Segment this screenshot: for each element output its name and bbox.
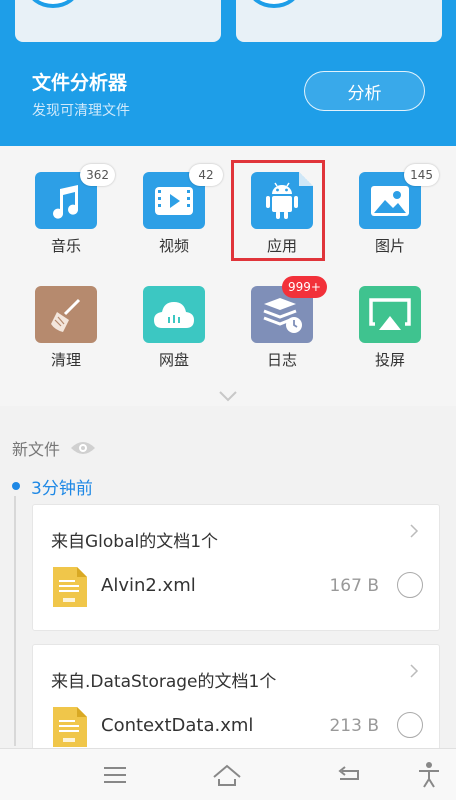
file-group-title: 来自.DataStorage的文档1个 [51, 672, 277, 692]
chevron-right-icon[interactable] [409, 663, 419, 679]
file-size: 213 B [329, 716, 379, 736]
back-icon[interactable] [334, 761, 364, 789]
chevron-down-icon[interactable] [218, 390, 238, 402]
xml-file-icon [53, 707, 87, 747]
analyzer-header: 文件分析器 发现可清理文件 分析 [0, 0, 456, 146]
cloud-icon [143, 286, 205, 343]
category-label: 网盘 [158, 351, 189, 369]
home-icon[interactable] [212, 761, 242, 789]
file-name: ContextData.xml [101, 715, 254, 736]
log-stack-icon: 999+ [251, 276, 327, 343]
category-label: 视频 [158, 237, 189, 255]
category-logs[interactable]: 999+ 日志 [228, 260, 336, 370]
storage-ring-icon [27, 0, 79, 8]
selection-highlight [231, 160, 325, 261]
select-radio[interactable] [397, 572, 423, 598]
storage-card-left[interactable] [15, 0, 221, 42]
category-cloud[interactable]: 网盘 [120, 260, 228, 370]
analyzer-title: 文件分析器 [32, 72, 128, 94]
eye-icon[interactable] [70, 440, 96, 456]
category-video[interactable]: 42 视频 [120, 146, 228, 256]
select-radio[interactable] [397, 712, 423, 738]
cast-screen-icon [359, 286, 421, 343]
analyzer-subtitle: 发现可清理文件 [32, 103, 130, 119]
time-label: 3分钟前 [31, 479, 93, 499]
file-group-card[interactable]: 来自Global的文档1个 Alvin2.xml 167 B [32, 504, 440, 631]
storage-ring-icon [248, 0, 300, 8]
category-label: 清理 [50, 351, 81, 369]
category-label: 投屏 [374, 351, 405, 369]
video-play-icon: 42 [143, 164, 223, 229]
file-size: 167 B [329, 576, 379, 596]
accessibility-icon[interactable] [414, 761, 444, 789]
picture-icon: 145 [359, 164, 439, 229]
music-note-icon: 362 [35, 164, 115, 229]
category-cast[interactable]: 投屏 [336, 260, 444, 370]
file-group-title: 来自Global的文档1个 [51, 532, 219, 552]
category-pictures[interactable]: 145 图片 [336, 146, 444, 256]
broom-icon [35, 286, 97, 343]
category-clean[interactable]: 清理 [12, 260, 120, 370]
category-music[interactable]: 362 音乐 [12, 146, 120, 256]
storage-card-right[interactable] [236, 0, 442, 42]
category-label: 日志 [266, 351, 297, 369]
menu-icon[interactable] [100, 761, 130, 789]
xml-file-icon [53, 567, 87, 607]
chevron-right-icon[interactable] [409, 523, 419, 539]
timeline-dot [12, 482, 20, 490]
analyze-button[interactable]: 分析 [304, 71, 425, 111]
count-badge: 362 [80, 164, 115, 186]
count-badge: 999+ [282, 276, 327, 298]
timeline-line [14, 496, 16, 746]
file-name: Alvin2.xml [101, 575, 196, 596]
new-files-header: 新文件 [12, 436, 96, 460]
section-title: 新文件 [12, 440, 61, 459]
category-label: 图片 [374, 237, 405, 255]
category-label: 音乐 [50, 237, 81, 255]
count-badge: 42 [189, 164, 223, 186]
system-nav-bar [0, 748, 456, 800]
count-badge: 145 [404, 164, 439, 186]
